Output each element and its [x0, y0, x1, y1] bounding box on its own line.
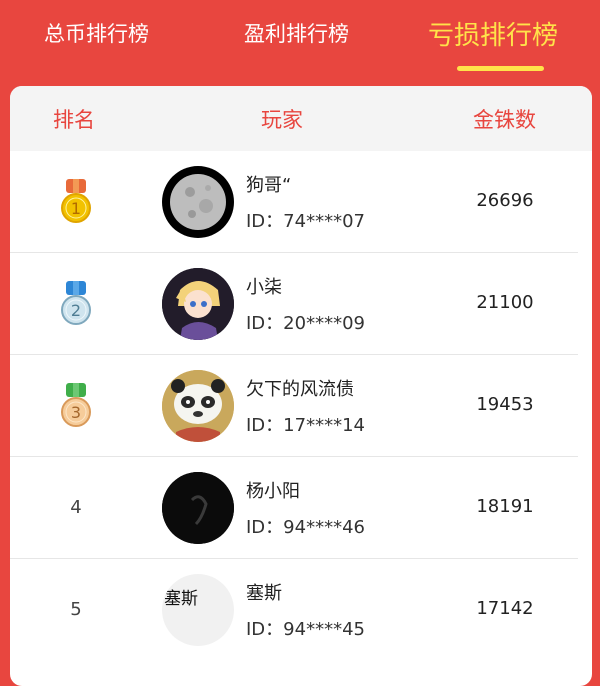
table-row[interactable]: 1 狗哥“ ID：74****07 26696	[10, 151, 592, 253]
player-name: 塞斯	[246, 583, 282, 604]
table-row[interactable]: 5 塞斯 塞斯 ID：94****45 17142	[10, 559, 592, 661]
rank-number: 4	[70, 497, 82, 518]
player-name: 狗哥“	[246, 175, 292, 196]
avatar[interactable]: 塞斯	[162, 574, 234, 646]
table-row[interactable]: 2 小柒 ID：20****09 21100	[10, 253, 592, 355]
coin-count: 21100	[476, 292, 534, 313]
medal-rank-label: 2	[71, 301, 81, 320]
coin-count: 26696	[476, 190, 534, 211]
silver-medal-icon: 2	[61, 281, 91, 325]
avatar[interactable]	[162, 472, 234, 544]
header-coins: 金铢数	[473, 108, 536, 132]
table-row[interactable]: 3 欠下的风流债 ID：17****14 19453	[10, 355, 592, 457]
player-id: ID：74****07	[246, 211, 365, 232]
tab-total-coins[interactable]: 总币排行榜	[44, 18, 149, 48]
player-name: 小柒	[246, 277, 282, 298]
coin-count: 19453	[476, 394, 534, 415]
table-row[interactable]: 4 杨小阳 ID：94****46 18191	[10, 457, 592, 559]
ranking-card: 排名 玩家 金铢数 1 狗哥“ ID：74****07 26696 2 小柒 I…	[10, 86, 592, 686]
bronze-medal-icon: 3	[61, 383, 91, 427]
player-id: ID：17****14	[246, 415, 365, 436]
player-id: ID：94****46	[246, 517, 365, 538]
avatar[interactable]	[162, 370, 234, 442]
avatar-text: 塞斯	[164, 589, 198, 609]
player-name: 杨小阳	[246, 481, 300, 502]
ranking-tabs: 总币排行榜 盈利排行榜 亏损排行榜	[0, 0, 600, 86]
rank-number: 5	[70, 599, 82, 620]
avatar[interactable]	[162, 166, 234, 238]
header-rank: 排名	[53, 108, 95, 132]
medal-rank-label: 3	[71, 403, 81, 422]
gold-medal-icon: 1	[61, 179, 91, 223]
coin-count: 18191	[476, 496, 534, 517]
header-player: 玩家	[261, 108, 303, 132]
player-id: ID：94****45	[246, 619, 365, 640]
table-header: 排名 玩家 金铢数	[10, 86, 592, 151]
tab-loss[interactable]: 亏损排行榜	[428, 15, 558, 52]
coin-count: 17142	[476, 598, 534, 619]
player-name: 欠下的风流债	[246, 379, 354, 400]
avatar[interactable]	[162, 268, 234, 340]
active-tab-indicator	[457, 66, 544, 71]
medal-rank-label: 1	[71, 199, 81, 218]
player-id: ID：20****09	[246, 313, 365, 334]
tab-profit[interactable]: 盈利排行榜	[244, 18, 349, 48]
